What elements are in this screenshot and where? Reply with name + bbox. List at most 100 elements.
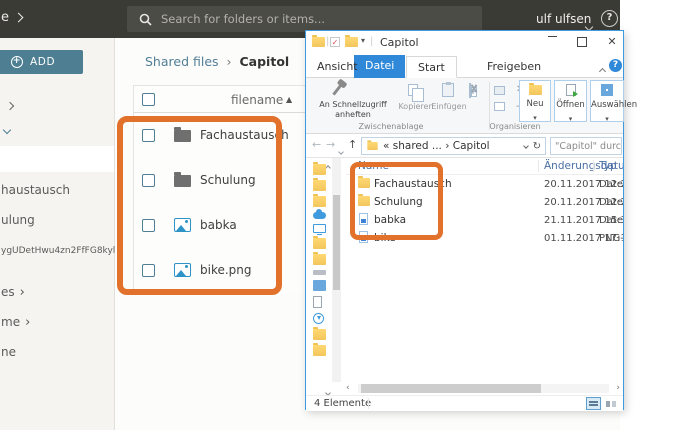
- forward-button[interactable]: →: [326, 138, 335, 151]
- add-button[interactable]: + ADD: [0, 50, 83, 74]
- tree-scroll-up-chevron[interactable]: [325, 160, 331, 173]
- copy-to-icon[interactable]: [494, 102, 505, 111]
- address-path[interactable]: « shared ... › Capitol: [383, 140, 490, 152]
- explorer-file-row[interactable]: babka 21.11.2017 15:32 Datei: [346, 211, 623, 229]
- tree-node-icon[interactable]: [313, 252, 326, 265]
- file-name[interactable]: Fachaustausch: [200, 128, 289, 142]
- quick-access-new-folder-icon[interactable]: [345, 35, 358, 47]
- window-folder-icon: [312, 35, 325, 47]
- scroll-left-arrow[interactable]: ‹: [346, 383, 350, 393]
- sidebar-nav-list: haustausch ulung ygUDetHwu4zn2FfFG8kylI8…: [0, 175, 115, 367]
- tree-node-icon[interactable]: [313, 162, 326, 175]
- quick-access-dropdown-icon[interactable]: ▾: [361, 36, 365, 45]
- file-type-icon: [174, 127, 191, 142]
- file-name[interactable]: Schulung: [200, 173, 256, 187]
- file-name[interactable]: bike.png: [200, 263, 252, 277]
- user-menu[interactable]: ulf ulfsen: [536, 12, 591, 26]
- explorer-titlebar[interactable]: | ✓ ▾ | Capitol ✕: [306, 31, 623, 53]
- topbar-breadcrumb-fragment[interactable]: e: [1, 10, 24, 25]
- move-to-icon[interactable]: [494, 86, 505, 95]
- tree-node-icon[interactable]: [313, 343, 326, 356]
- tree-node-icon[interactable]: [313, 178, 326, 191]
- ribbon-tab[interactable]: Ansicht: [306, 56, 369, 78]
- sidebar-expand-chevron[interactable]: [5, 94, 15, 113]
- details-view-button[interactable]: [586, 397, 601, 410]
- address-dropdown-icon[interactable]: [522, 143, 529, 149]
- new-folder-button[interactable]: Neu ▾: [519, 80, 551, 122]
- explorer-file-row[interactable]: Fachaustausch 20.11.2017 12:25 Dateio: [346, 175, 623, 193]
- tree-node-icon[interactable]: [313, 224, 326, 235]
- tree-scrollbar-thumb[interactable]: [333, 195, 340, 290]
- tree-icon-column: [313, 162, 326, 361]
- tree-node-icon[interactable]: [313, 209, 326, 219]
- pin-to-quick-access-button[interactable]: An Schnellzugriff anheften: [308, 100, 398, 120]
- maximize-button[interactable]: [571, 31, 593, 53]
- file-name[interactable]: Fachaustausch: [374, 178, 452, 190]
- chevron-up-icon: [598, 67, 607, 76]
- scrollbar-thumb[interactable]: [361, 384, 541, 393]
- sidebar-nav-item[interactable]: me ›: [0, 307, 115, 337]
- pin-icon: [332, 83, 343, 96]
- explorer-file-list: Fachaustausch 20.11.2017 12:25 Dateio Sc…: [346, 175, 623, 247]
- open-button[interactable]: Öffnen ▾: [554, 80, 587, 122]
- filename-column-header[interactable]: filename: [231, 93, 283, 107]
- file-name[interactable]: babka: [374, 214, 406, 226]
- ribbon-collapse-button[interactable]: [598, 64, 607, 77]
- ribbon-tab[interactable]: Freigeben: [476, 56, 552, 78]
- sidebar-nav-item[interactable]: ne: [0, 337, 115, 367]
- ribbon-tab[interactable]: Start: [406, 56, 457, 78]
- tree-node-icon[interactable]: [313, 236, 326, 249]
- select-button[interactable]: Auswählen ▾: [590, 80, 637, 122]
- search-input[interactable]: Search for folders or items...: [127, 6, 482, 32]
- row-checkbox[interactable]: [142, 219, 155, 232]
- file-name[interactable]: Schulung: [374, 196, 423, 208]
- copy-path-icon[interactable]: [469, 83, 471, 98]
- help-button[interactable]: ?: [601, 10, 618, 27]
- row-checkbox[interactable]: [142, 264, 155, 277]
- tree-node-icon[interactable]: [313, 327, 326, 340]
- sidebar-collapse-chevron[interactable]: [2, 118, 12, 137]
- type-column-header[interactable]: Typ: [599, 160, 617, 172]
- up-button[interactable]: ↑: [348, 138, 357, 151]
- tree-node-icon[interactable]: [313, 313, 324, 324]
- column-divider[interactable]: [593, 160, 594, 172]
- sidebar-nav-item[interactable]: haustausch: [0, 175, 115, 205]
- name-column-header[interactable]: Name: [358, 160, 389, 172]
- sidebar-nav-item[interactable]: es ›: [0, 277, 115, 307]
- explorer-search-input[interactable]: "Capitol" durchs...: [550, 137, 622, 155]
- history-dropdown[interactable]: [338, 144, 344, 157]
- select-grid-icon: [601, 84, 613, 96]
- tree-node-icon[interactable]: [313, 194, 326, 207]
- tree-node-icon[interactable]: [313, 296, 322, 308]
- close-button[interactable]: ✕: [601, 31, 623, 53]
- refresh-icon[interactable]: ↻: [533, 141, 541, 152]
- select-all-checkbox[interactable]: [142, 93, 155, 106]
- file-name[interactable]: babka: [200, 218, 237, 232]
- separator: |: [370, 36, 374, 47]
- sidebar-item-chevron: ›: [19, 285, 25, 300]
- sidebar-selected-item[interactable]: [0, 146, 114, 172]
- file-name[interactable]: bike: [374, 232, 396, 244]
- sidebar-nav-item[interactable]: ygUDetHwu4zn2FfFG8kylI850: [0, 235, 115, 265]
- explorer-help-icon[interactable]: ?: [609, 59, 622, 72]
- sort-ascending-icon[interactable]: ▲: [286, 95, 292, 104]
- tree-node-icon[interactable]: [313, 280, 326, 291]
- tree-node-icon[interactable]: [313, 270, 326, 275]
- breadcrumb-parent-link[interactable]: Shared files: [145, 54, 219, 69]
- paste-button[interactable]: Einfügen: [428, 102, 470, 112]
- scrollbar-track[interactable]: [358, 384, 609, 393]
- address-bar[interactable]: « shared ... › Capitol ↻: [361, 137, 546, 155]
- explorer-file-row[interactable]: bike 01.11.2017 17:19 PNG-D: [346, 229, 623, 247]
- row-checkbox[interactable]: [142, 129, 155, 142]
- quick-access-properties-icon[interactable]: ✓: [330, 37, 340, 47]
- row-checkbox[interactable]: [142, 174, 155, 187]
- minimize-button[interactable]: [541, 31, 563, 53]
- scroll-right-arrow[interactable]: ›: [616, 383, 620, 393]
- thumbnail-view-button[interactable]: [603, 397, 618, 410]
- explorer-file-row[interactable]: Schulung 20.11.2017 12:24 Dateio: [346, 193, 623, 211]
- back-button[interactable]: ←: [312, 138, 321, 151]
- column-divider[interactable]: [538, 160, 539, 172]
- breadcrumb-fragment-text: e: [1, 10, 9, 25]
- sidebar-nav-item[interactable]: ulung: [0, 205, 115, 235]
- tree-scrollbar[interactable]: [332, 158, 341, 382]
